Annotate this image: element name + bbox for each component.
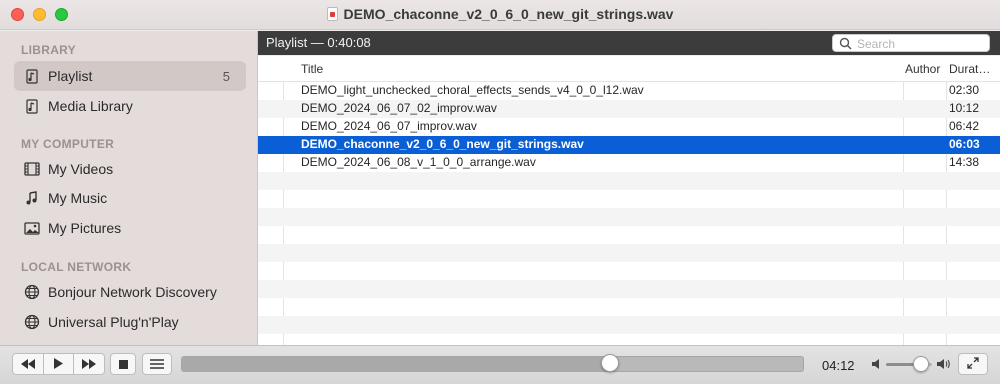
playlist-rows: DEMO_light_unchecked_choral_effects_send… (258, 82, 1000, 345)
sidebar: LIBRARY Playlist 5 Media Library MY COMP… (0, 31, 258, 345)
row-title: DEMO_2024_06_08_v_1_0_0_arrange.wav (301, 155, 536, 169)
media-library-icon (24, 98, 40, 114)
empty-row (258, 244, 1000, 262)
table-row[interactable]: DEMO_light_unchecked_choral_effects_send… (258, 82, 1000, 100)
row-duration: 14:38 (949, 155, 980, 169)
row-duration: 06:42 (949, 119, 980, 133)
volume-mute-icon[interactable] (872, 358, 882, 373)
stop-button[interactable] (110, 353, 136, 375)
playlist-table: Title Author Durat… DEMO_light_unchecked… (258, 56, 1000, 345)
sidebar-item-playlist[interactable]: Playlist 5 (14, 61, 246, 91)
network-globe-icon (24, 314, 40, 330)
music-note-icon (24, 190, 40, 206)
volume-handle[interactable] (912, 356, 929, 372)
search-input[interactable] (857, 36, 985, 51)
sidebar-item-label: My Music (48, 190, 108, 206)
seek-bar[interactable] (181, 354, 804, 372)
seek-bar-progress (182, 357, 611, 371)
fast-forward-icon (82, 357, 96, 372)
vlc-window: DEMO_chaconne_v2_0_6_0_new_git_strings.w… (0, 0, 1000, 384)
fullscreen-icon (967, 356, 979, 372)
empty-row (258, 172, 1000, 190)
playlist-toggle-button[interactable] (142, 353, 172, 375)
empty-row (258, 262, 1000, 280)
sidebar-item-label: Media Library (48, 98, 133, 114)
rewind-icon (21, 357, 35, 372)
sidebar-item-my-pictures[interactable]: My Pictures (14, 213, 246, 243)
film-icon (24, 161, 40, 177)
sidebar-item-upnp[interactable]: Universal Plug'n'Play (14, 307, 246, 337)
section-label-my-computer: MY COMPUTER (21, 137, 115, 151)
table-row[interactable]: DEMO_2024_06_08_v_1_0_0_arrange.wav 14:3… (258, 154, 1000, 172)
sidebar-item-my-videos[interactable]: My Videos (14, 154, 246, 184)
row-title: DEMO_2024_06_07_improv.wav (301, 119, 477, 133)
sidebar-item-media-library[interactable]: Media Library (14, 91, 246, 121)
empty-row (258, 316, 1000, 334)
sidebar-item-bonjour[interactable]: Bonjour Network Discovery (14, 277, 246, 307)
rewind-button[interactable] (12, 353, 44, 375)
playlist-header-title: Playlist — 0:40:08 (266, 35, 371, 50)
section-label-library: LIBRARY (21, 43, 76, 57)
empty-row (258, 208, 1000, 226)
playlist-header: Playlist — 0:40:08 (258, 31, 1000, 55)
sidebar-item-my-music[interactable]: My Music (14, 183, 246, 213)
table-header: Title Author Durat… (258, 56, 1000, 82)
sidebar-item-label: Bonjour Network Discovery (48, 284, 217, 300)
column-header-author[interactable]: Author (905, 62, 940, 76)
window-title: DEMO_chaconne_v2_0_6_0_new_git_strings.w… (343, 6, 674, 22)
current-time: 04:12 (822, 358, 855, 373)
title-bar: DEMO_chaconne_v2_0_6_0_new_git_strings.w… (0, 0, 1000, 30)
column-header-duration[interactable]: Durat… (949, 62, 990, 76)
fullscreen-button[interactable] (958, 353, 988, 375)
table-row[interactable]: DEMO_2024_06_07_improv.wav 06:42 (258, 118, 1000, 136)
empty-row (258, 280, 1000, 298)
section-label-local-network: LOCAL NETWORK (21, 260, 132, 274)
empty-row (258, 226, 1000, 244)
volume-slider[interactable] (886, 356, 932, 372)
seek-bar-handle[interactable] (601, 354, 620, 372)
volume-max-icon[interactable] (937, 358, 951, 373)
sidebar-item-label: My Videos (48, 161, 114, 177)
window-title-wrap: DEMO_chaconne_v2_0_6_0_new_git_strings.w… (0, 6, 1000, 22)
fast-forward-button[interactable] (73, 353, 105, 375)
row-title: DEMO_light_unchecked_choral_effects_send… (301, 83, 644, 97)
empty-row (258, 190, 1000, 208)
column-header-title[interactable]: Title (301, 62, 323, 76)
row-title: DEMO_chaconne_v2_0_6_0_new_git_strings.w… (301, 137, 584, 151)
audio-file-icon (326, 7, 338, 21)
search-icon (839, 37, 852, 53)
play-button[interactable] (43, 353, 74, 375)
network-globe-icon (24, 284, 40, 300)
list-icon (150, 357, 164, 372)
playlist-icon (24, 68, 40, 84)
empty-row (258, 298, 1000, 316)
row-duration: 10:12 (949, 101, 980, 115)
stop-icon (118, 357, 128, 372)
table-row[interactable]: DEMO_2024_06_07_02_improv.wav 10:12 (258, 100, 1000, 118)
search-field[interactable] (832, 34, 990, 52)
play-icon (54, 357, 63, 372)
row-duration: 06:03 (949, 137, 980, 151)
row-title: DEMO_2024_06_07_02_improv.wav (301, 101, 497, 115)
table-row-selected[interactable]: DEMO_chaconne_v2_0_6_0_new_git_strings.w… (258, 136, 1000, 154)
playback-toolbar: 04:12 (0, 345, 1000, 384)
picture-icon (24, 220, 40, 236)
empty-row (258, 334, 1000, 345)
sidebar-item-label: My Pictures (48, 220, 122, 236)
sidebar-item-label: Universal Plug'n'Play (48, 314, 179, 330)
playlist-count-badge: 5 (222, 69, 230, 84)
row-duration: 02:30 (949, 83, 980, 97)
sidebar-item-label: Playlist (48, 68, 93, 84)
